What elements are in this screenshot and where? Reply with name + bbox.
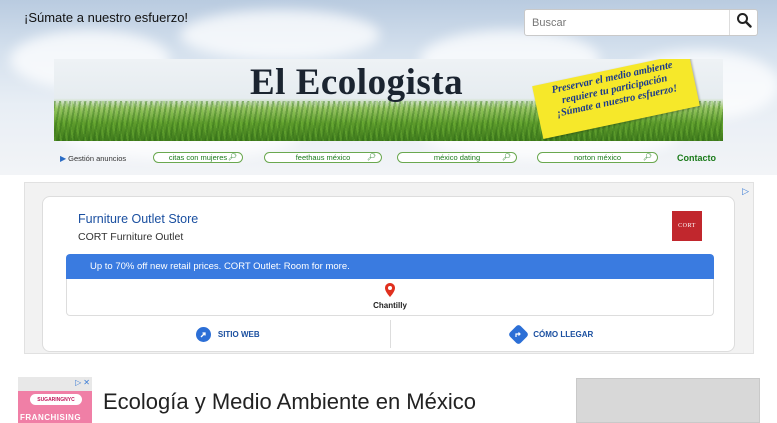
- adchoices-icon[interactable]: ▷: [75, 378, 81, 387]
- ad-link-label: feethaus méxico: [295, 153, 351, 162]
- site-tagline: ¡Súmate a nuestro esfuerzo!: [24, 10, 189, 25]
- website-button[interactable]: SITIO WEB: [66, 320, 390, 348]
- contact-link[interactable]: Contacto: [677, 153, 716, 163]
- ad-card[interactable]: Furniture Outlet Store CORT Furniture Ou…: [42, 196, 735, 352]
- search-icon: 🔎︎: [643, 154, 652, 161]
- side-ad-brand: SUGARINGNYC: [30, 394, 82, 405]
- ad-link-label: norton méxico: [573, 153, 622, 162]
- search-icon: 🔎︎: [502, 154, 511, 161]
- ad-management-link[interactable]: ▶ Gestión anuncios: [60, 154, 126, 163]
- search-button[interactable]: [729, 10, 757, 35]
- ad-actions: SITIO WEB CÓMO LLEGAR: [66, 320, 714, 348]
- ad-link-pill[interactable]: norton méxico 🔎︎: [537, 152, 658, 163]
- sidebar-placeholder: [576, 378, 760, 423]
- ad-management-label: Gestión anuncios: [68, 153, 127, 163]
- location-pin-icon: [385, 283, 395, 302]
- ad-title[interactable]: Furniture Outlet Store: [78, 212, 198, 226]
- site-banner[interactable]: El Ecologista Preservar el medio ambient…: [54, 59, 723, 141]
- close-icon[interactable]: ✕: [83, 378, 90, 387]
- ad-location-box[interactable]: Chantilly: [66, 279, 714, 316]
- advertiser-logo[interactable]: CORT: [672, 211, 702, 241]
- site-title: El Ecologista: [250, 62, 464, 103]
- ad-link-label: méxico dating: [433, 153, 481, 162]
- ad-promo-bar[interactable]: Up to 70% off new retail prices. CORT Ou…: [66, 254, 714, 279]
- side-ad[interactable]: SUGARINGNYC FRANCHISING ▷ ✕: [18, 377, 92, 423]
- ad-link-pill[interactable]: feethaus méxico 🔎︎: [264, 152, 382, 163]
- ad-links-row: ▶ Gestión anuncios citas con mujeres 🔎︎ …: [60, 150, 720, 166]
- directions-icon: [508, 323, 530, 345]
- triangle-right-icon: ▶: [60, 153, 67, 163]
- ad-subtitle: CORT Furniture Outlet: [78, 231, 184, 243]
- ad-link-label: citas con mujeres: [168, 153, 228, 162]
- search-icon: 🔎︎: [228, 154, 237, 161]
- side-ad-text: FRANCHISING: [20, 413, 82, 422]
- page-title: Ecología y Medio Ambiente en México: [103, 389, 476, 414]
- directions-button[interactable]: CÓMO LLEGAR: [389, 320, 715, 348]
- search-input[interactable]: [525, 10, 729, 35]
- ad-link-pill[interactable]: méxico dating 🔎︎: [397, 152, 517, 163]
- search-icon: [736, 12, 752, 33]
- ad-controls: ▷ ✕: [75, 378, 90, 387]
- globe-icon: [195, 326, 211, 342]
- search-box: [524, 9, 758, 36]
- website-button-label: SITIO WEB: [217, 329, 260, 339]
- directions-button-label: CÓMO LLEGAR: [533, 329, 594, 339]
- search-icon: 🔎︎: [367, 154, 376, 161]
- ad-link-pill[interactable]: citas con mujeres 🔎︎: [153, 152, 243, 163]
- ad-container: ▷ Furniture Outlet Store CORT Furniture …: [24, 182, 754, 354]
- ad-location-name: Chantilly: [373, 301, 407, 310]
- adchoices-icon[interactable]: ▷: [742, 186, 749, 197]
